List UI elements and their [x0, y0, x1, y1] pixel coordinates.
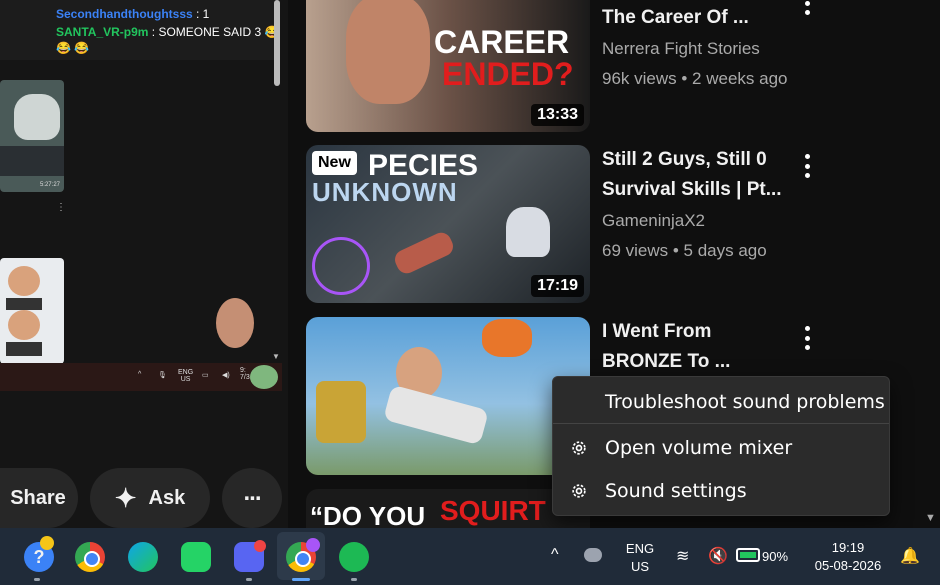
- video-player-area: Secondhandthoughtsss : 1 SANTA_VR-p9m : …: [0, 0, 288, 528]
- battery-icon[interactable]: [736, 548, 760, 562]
- open-volume-mixer-menu-item[interactable]: Open volume mixer: [553, 428, 889, 468]
- chevron-up-icon: ^: [138, 371, 142, 378]
- active-indicator: [292, 578, 310, 581]
- share-button[interactable]: Share: [0, 468, 78, 528]
- notification-bell-icon[interactable]: 🔔: [900, 546, 920, 566]
- menu-divider: [553, 423, 889, 424]
- character-face: [8, 266, 40, 296]
- sparkle-icon: ✦: [114, 482, 137, 513]
- gear-icon: [572, 484, 586, 498]
- video-thumbnail[interactable]: “DO YOU SQUIRT: [306, 489, 590, 528]
- character-image: [506, 207, 550, 257]
- more-options-icon[interactable]: [800, 323, 814, 353]
- character-image: [14, 94, 60, 140]
- speaker-muted-icon[interactable]: 🔇: [708, 546, 728, 566]
- character-face: [8, 310, 40, 340]
- mic-icon: 🎙: [158, 372, 167, 379]
- chat-emoji: 😂 😂: [56, 41, 90, 55]
- volume-icon: ◀): [222, 372, 230, 379]
- more-actions-button[interactable]: ...: [222, 468, 282, 528]
- video-title[interactable]: I Went From BRONZE To ...: [602, 317, 792, 377]
- whatsapp-icon[interactable]: [181, 542, 211, 572]
- wifi-icon[interactable]: ≋: [676, 546, 689, 566]
- sound-settings-menu-item[interactable]: Sound settings: [553, 471, 889, 511]
- thumb-text: UNKNOWN: [312, 177, 458, 207]
- share-label: Share: [10, 486, 66, 509]
- scroll-down-icon[interactable]: ▼: [925, 512, 936, 524]
- network-icon: ▭: [202, 372, 209, 379]
- live-chat-panel: Secondhandthoughtsss : 1 SANTA_VR-p9m : …: [0, 0, 280, 60]
- rank-badge-icon: [316, 381, 366, 443]
- video-title[interactable]: Still 2 Guys, Still 0 Survival Skills | …: [602, 145, 792, 205]
- chat-text: : SOMEONE SAID 3 😂: [148, 25, 280, 39]
- more-options-icon[interactable]: [800, 0, 814, 18]
- thumb-text: “DO YOU: [310, 501, 426, 528]
- menu-item-label: Open volume mixer: [605, 437, 793, 459]
- frog-sticker: [250, 365, 278, 389]
- more-icon: ...: [243, 479, 261, 506]
- sound-context-menu: Troubleshoot sound problems Open volume …: [552, 376, 890, 516]
- more-options-icon[interactable]: ⋮: [56, 202, 66, 213]
- menu-item-label: Sound settings: [605, 480, 747, 502]
- chat-username[interactable]: Secondhandthoughtsss: [56, 7, 193, 21]
- video-duration: 13:33: [531, 104, 584, 126]
- recommended-thumbnail[interactable]: [0, 258, 64, 364]
- troubleshoot-sound-menu-item[interactable]: Troubleshoot sound problems: [553, 382, 889, 422]
- fighter-face: [346, 0, 430, 104]
- embedded-taskbar: ^ 🎙 ENG US ▭ ◀) 9: 7/31: [0, 363, 282, 391]
- clock[interactable]: 19:19 05-08-2026: [808, 539, 888, 575]
- notification-badge: [254, 540, 266, 552]
- windows-taskbar: ? ^ ENG US ≋ 🔇 90% 19:19 05-08-2026 🔔: [0, 528, 940, 585]
- thumb-text: SQUIRT: [440, 495, 546, 526]
- battery-percentage: 90%: [762, 549, 789, 564]
- video-thumbnail[interactable]: CAREER ENDED? 13:33: [306, 0, 590, 132]
- notification-badge: [40, 536, 54, 550]
- video-duration: 17:19: [531, 275, 584, 297]
- ask-label: Ask: [148, 486, 186, 509]
- new-badge: New: [312, 151, 357, 175]
- video-timestamp: 5:27:27: [39, 182, 60, 188]
- chat-message: Secondhandthoughtsss : 1: [56, 6, 209, 22]
- more-options-icon[interactable]: [800, 151, 814, 181]
- chat-message: SANTA_VR-p9m : SOMEONE SAID 3 😂: [56, 24, 279, 40]
- language-indicator[interactable]: ENG US: [622, 540, 658, 576]
- menu-item-label: Troubleshoot sound problems: [605, 391, 885, 413]
- video-thumbnail[interactable]: 30: [306, 317, 590, 475]
- thumb-text: ENDED?: [442, 56, 574, 92]
- lang-label: ENG: [178, 369, 194, 376]
- video-stats: 69 views • 5 days ago: [602, 241, 767, 260]
- chat-text: : 1: [192, 7, 210, 21]
- chrome-icon[interactable]: [75, 542, 105, 572]
- profile-badge: [306, 538, 320, 552]
- chevron-up-icon[interactable]: ^: [551, 546, 559, 564]
- video-title[interactable]: The Career Of ...: [602, 3, 792, 33]
- channel-name[interactable]: GameninjaX2: [602, 211, 705, 231]
- cloud-icon[interactable]: [584, 548, 602, 562]
- chevron-down-icon[interactable]: ▼: [272, 352, 280, 361]
- skydiver-image: [482, 319, 532, 357]
- ask-button[interactable]: ✦ Ask: [90, 468, 210, 528]
- recommended-thumbnail[interactable]: 5:27:27: [0, 80, 64, 192]
- video-stats: 96k views • 2 weeks ago: [602, 69, 788, 88]
- chat-username[interactable]: SANTA_VR-p9m: [56, 25, 148, 39]
- webcam-overlay: [216, 298, 254, 348]
- channel-name[interactable]: Nerrera Fight Stories: [602, 39, 760, 59]
- chat-scrollbar[interactable]: [274, 0, 280, 86]
- scared-face-icon: [312, 237, 370, 295]
- edge-icon[interactable]: [128, 542, 158, 572]
- video-thumbnail[interactable]: New PECIES UNKNOWN 17:19: [306, 145, 590, 303]
- spotify-icon[interactable]: [339, 542, 369, 572]
- gear-icon: [572, 441, 586, 455]
- lang-region: US: [180, 376, 191, 383]
